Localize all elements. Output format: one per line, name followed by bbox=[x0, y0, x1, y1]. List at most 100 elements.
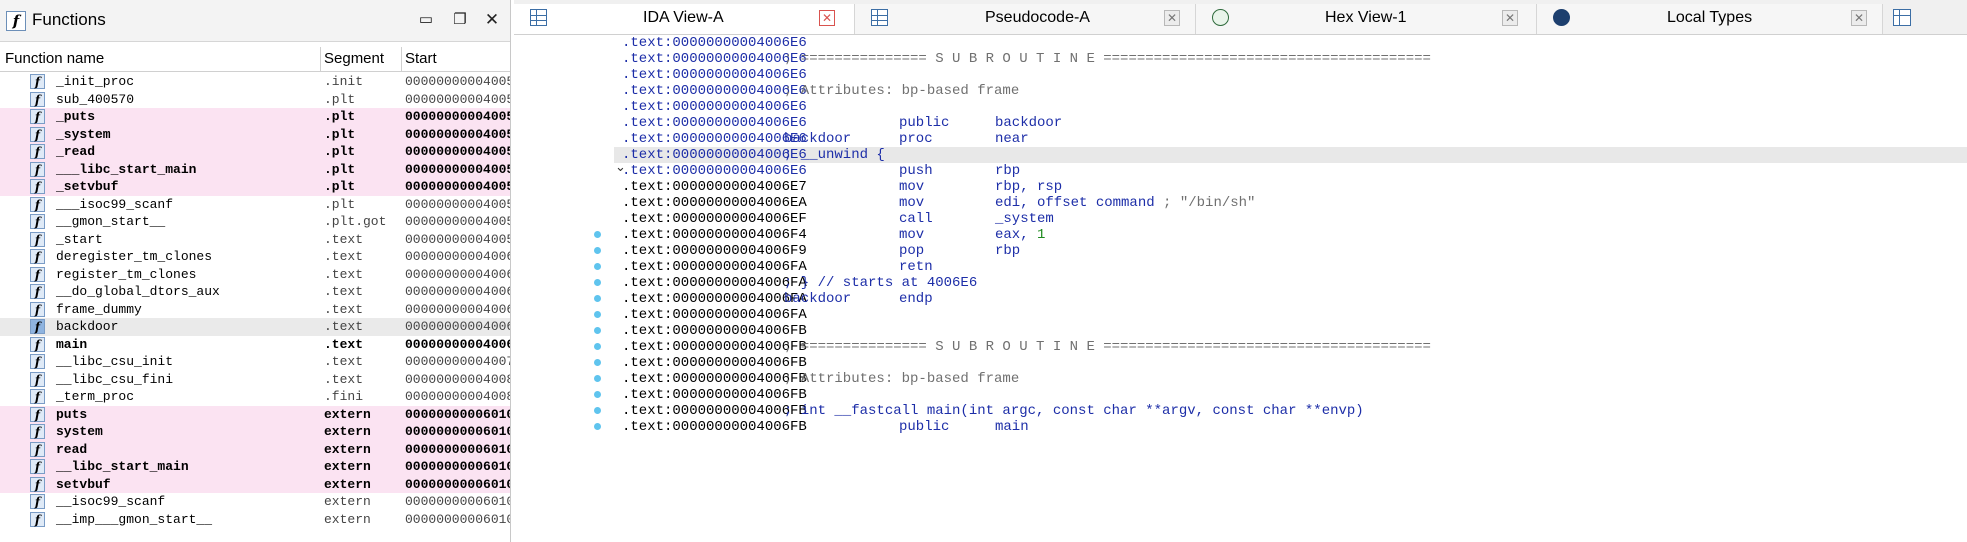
function-row[interactable]: f sub_400570 .plt 00000000004005 bbox=[0, 91, 510, 109]
function-row[interactable]: f _start .text 00000000004005 bbox=[0, 231, 510, 249]
function-row[interactable]: f __do_global_dtors_aux .text 0000000000400… bbox=[0, 283, 510, 301]
function-row[interactable]: f _term_proc .fini 00000000004008 bbox=[0, 388, 510, 406]
function-row[interactable]: f ___isoc99_scanf .plt 00000000004005 bbox=[0, 196, 510, 214]
gutter[interactable] bbox=[514, 35, 614, 542]
breakpoint-dot-icon[interactable] bbox=[594, 391, 601, 398]
line-label[interactable]: backdoor bbox=[784, 291, 851, 307]
disasm-line[interactable]: .text:00000000004006FB bbox=[614, 355, 1967, 371]
column-divider[interactable] bbox=[320, 47, 321, 71]
function-row[interactable]: f __imp___gmon_start__ extern 0000000000601… bbox=[0, 511, 510, 529]
function-row[interactable]: f register_tm_clones .text 00000000004006 bbox=[0, 266, 510, 284]
disasm-line[interactable]: .text:00000000004006E6 public backdoor bbox=[614, 115, 1967, 131]
function-row[interactable]: f deregister_tm_clones .text 00000000004006 bbox=[0, 248, 510, 266]
line-address: .text:00000000004006E6 bbox=[622, 147, 807, 163]
disasm-line[interactable]: .text:00000000004006FB bbox=[614, 323, 1967, 339]
breakpoint-dot-icon[interactable] bbox=[594, 295, 601, 302]
close-icon[interactable]: ✕ bbox=[482, 10, 502, 30]
disasm-line[interactable]: .text:00000000004006FB; int __fastcall m… bbox=[614, 403, 1967, 419]
restore-icon[interactable]: ❐ bbox=[450, 10, 470, 30]
function-row[interactable]: f __gmon_start__ .plt.got 00000000004005 bbox=[0, 213, 510, 231]
breakpoint-dot-icon[interactable] bbox=[594, 423, 601, 430]
breakpoint-dot-icon[interactable] bbox=[594, 375, 601, 382]
line-operands[interactable]: rbp, rsp bbox=[995, 179, 1062, 195]
line-operands[interactable]: main bbox=[995, 419, 1029, 435]
disasm-line[interactable]: .text:00000000004006FA retn bbox=[614, 259, 1967, 275]
function-row[interactable]: f frame_dummy .text 00000000004006 bbox=[0, 301, 510, 319]
line-operands[interactable]: rbp bbox=[995, 243, 1020, 259]
column-divider[interactable] bbox=[401, 47, 402, 71]
disasm-line[interactable]: .text:00000000004006FB; =============== … bbox=[614, 339, 1967, 355]
disasm-line[interactable]: .text:00000000004006EA mov edi, offset com… bbox=[614, 195, 1967, 211]
disasm-line[interactable]: .text:00000000004006FA backdoor endp bbox=[614, 291, 1967, 307]
disasm-line[interactable]: .text:00000000004006E6 backdoor proc near bbox=[614, 131, 1967, 147]
function-row[interactable]: f _system .plt 00000000004005 bbox=[0, 125, 510, 143]
function-row[interactable]: f __libc_start_main extern 00000000006010 bbox=[0, 458, 510, 476]
maximize-icon[interactable]: ▭ bbox=[416, 10, 436, 30]
close-icon[interactable]: ✕ bbox=[1164, 10, 1180, 26]
disasm-line[interactable]: .text:00000000004006E7 mov rbp, rsp bbox=[614, 179, 1967, 195]
function-row[interactable]: f backdoor .text 00000000004006 bbox=[0, 318, 510, 336]
breakpoint-dot-icon[interactable] bbox=[594, 359, 601, 366]
disasm-line[interactable]: .text:00000000004006FB; Attributes: bp-b… bbox=[614, 371, 1967, 387]
breakpoint-dot-icon[interactable] bbox=[594, 327, 601, 334]
breakpoint-dot-icon[interactable] bbox=[594, 343, 601, 350]
breakpoint-dot-icon[interactable] bbox=[594, 311, 601, 318]
disasm-line[interactable]: .text:00000000004006F4 mov eax, 1 bbox=[614, 227, 1967, 243]
disasm-line[interactable]: .text:00000000004006EF call _system bbox=[614, 211, 1967, 227]
disasm-line[interactable]: .text:00000000004006E6 bbox=[614, 99, 1967, 115]
function-row[interactable]: f system extern 00000000006010 bbox=[0, 423, 510, 441]
line-operands[interactable]: backdoor bbox=[995, 115, 1062, 131]
function-row[interactable]: f ___libc_start_main .plt 00000000004005 bbox=[0, 160, 510, 178]
tab-local-types[interactable]: Local Types ✕ bbox=[1537, 4, 1883, 34]
disasm-line[interactable]: .text:00000000004006FA bbox=[614, 307, 1967, 323]
function-row[interactable]: f __libc_csu_init .text 00000000004007 bbox=[0, 353, 510, 371]
tab-pseudocode-a[interactable]: Pseudocode-A ✕ bbox=[855, 4, 1196, 34]
breakpoint-dot-icon[interactable] bbox=[594, 247, 601, 254]
function-segment: .plt bbox=[324, 91, 356, 107]
function-row[interactable]: f _puts .plt 00000000004005 bbox=[0, 108, 510, 126]
line-operands[interactable]: near bbox=[995, 131, 1029, 147]
disasm-line[interactable]: .text:00000000004006E6; =============== … bbox=[614, 51, 1967, 67]
functions-titlebar[interactable]: f Functions ▭ ❐ ✕ bbox=[0, 0, 510, 42]
breakpoint-dot-icon[interactable] bbox=[594, 279, 601, 286]
disasm-line[interactable]: .text:00000000004006F9 pop rbp bbox=[614, 243, 1967, 259]
function-row[interactable]: f _setvbuf .plt 00000000004005 bbox=[0, 178, 510, 196]
function-row[interactable]: f __libc_csu_fini .text 00000000004008 bbox=[0, 371, 510, 389]
function-row[interactable]: f puts extern 00000000006010 bbox=[0, 405, 510, 423]
functions-list[interactable]: f _init_proc .init 00000000004005 f sub_40057… bbox=[0, 73, 510, 542]
disasm-line[interactable]: .text:00000000004006E6 bbox=[614, 67, 1967, 83]
function-row[interactable]: f main .text 00000000004006 bbox=[0, 336, 510, 354]
line-operands[interactable]: eax, 1 bbox=[995, 227, 1045, 243]
disasm-line[interactable]: .text:00000000004006E6 push rbp bbox=[614, 163, 1967, 179]
function-row[interactable]: f read extern 00000000006010 bbox=[0, 440, 510, 458]
disasm-line[interactable]: .text:00000000004006E6; Attributes: bp-b… bbox=[614, 83, 1967, 99]
column-segment[interactable]: Segment bbox=[324, 50, 384, 67]
chevron-down-icon[interactable]: ⌄ bbox=[615, 159, 626, 175]
line-operands[interactable]: _system bbox=[995, 211, 1054, 227]
close-icon[interactable]: ✕ bbox=[1502, 10, 1518, 26]
close-icon[interactable]: ✕ bbox=[819, 10, 835, 26]
function-row[interactable]: f _init_proc .init 00000000004005 bbox=[0, 73, 510, 91]
disasm-line[interactable]: .text:00000000004006FA; } // starts at 4… bbox=[614, 275, 1967, 291]
disasm-line[interactable]: .text:00000000004006E6 bbox=[614, 35, 1967, 51]
breakpoint-dot-icon[interactable] bbox=[594, 231, 601, 238]
grid-icon[interactable] bbox=[1893, 9, 1911, 26]
column-start[interactable]: Start bbox=[405, 50, 437, 67]
disassembly-view[interactable]: .text:00000000004006E6 .text:000000000040… bbox=[514, 35, 1967, 542]
function-row[interactable]: f __isoc99_scanf extern 00000000006010 bbox=[0, 493, 510, 511]
breakpoint-dot-icon[interactable] bbox=[594, 263, 601, 270]
column-function-name[interactable]: Function name bbox=[5, 50, 104, 67]
tab-hex-view-1[interactable]: Hex View-1 ✕ bbox=[1196, 4, 1537, 34]
line-operands[interactable]: edi, offset command ; "/bin/sh" bbox=[995, 195, 1255, 211]
tab-ida-view-a[interactable]: IDA View-A ✕ bbox=[514, 4, 855, 34]
disasm-line[interactable]: .text:00000000004006E6; __unwind { bbox=[614, 147, 1967, 163]
line-operands[interactable]: rbp bbox=[995, 163, 1020, 179]
line-label[interactable]: backdoor bbox=[784, 131, 851, 147]
close-icon[interactable]: ✕ bbox=[1851, 10, 1867, 26]
function-row[interactable]: f _read .plt 00000000004005 bbox=[0, 143, 510, 161]
function-row[interactable]: f setvbuf extern 00000000006010 bbox=[0, 475, 510, 493]
function-name: __libc_csu_fini bbox=[56, 371, 174, 387]
disasm-line[interactable]: .text:00000000004006FB public main bbox=[614, 419, 1967, 435]
breakpoint-dot-icon[interactable] bbox=[594, 407, 601, 414]
disasm-line[interactable]: .text:00000000004006FB bbox=[614, 387, 1967, 403]
